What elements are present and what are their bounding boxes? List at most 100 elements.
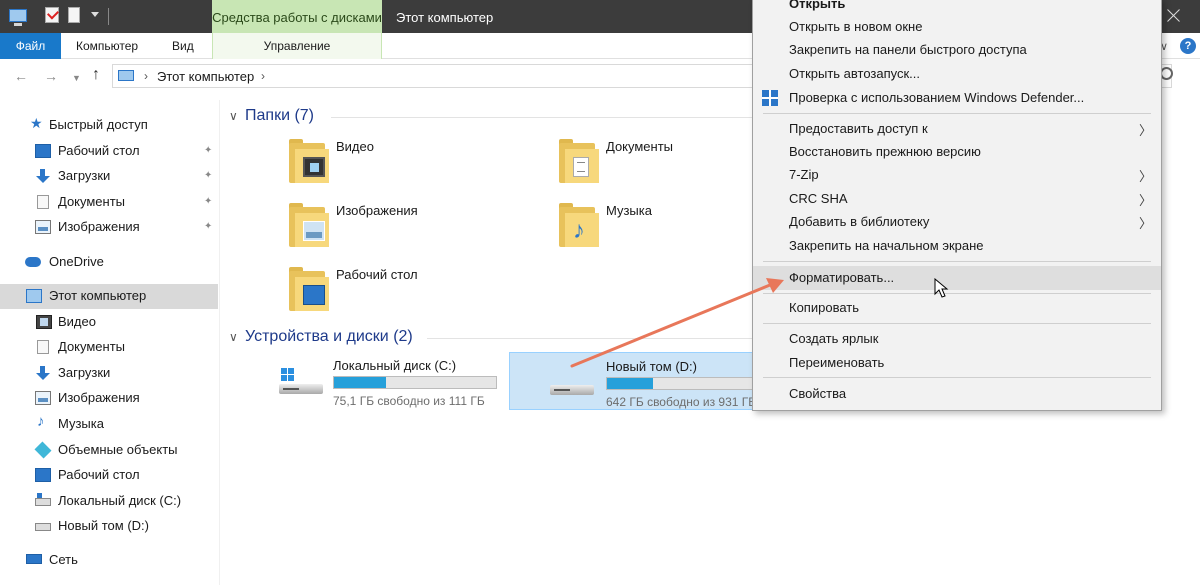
sidebar-item-documents[interactable]: Документы [0, 335, 218, 360]
videos-folder-icon [287, 139, 331, 185]
sidebar-item-drive-c[interactable]: Локальный диск (C:) [0, 489, 218, 514]
sidebar-item-pictures-pinned[interactable]: Изображения ✦ [0, 215, 218, 240]
sidebar-item-label: Изображения [58, 390, 140, 405]
chevron-down-icon[interactable]: ∨ [229, 109, 245, 123]
this-pc-icon [9, 9, 27, 26]
menu-item-label: Закрепить на панели быстрого доступа [789, 42, 1027, 57]
tab-file[interactable]: Файл [0, 33, 61, 59]
sidebar-item-desktop-pinned[interactable]: Рабочий стол ✦ [0, 139, 218, 164]
sidebar-item-label: Загрузки [58, 168, 111, 183]
menu-separator [763, 261, 1151, 262]
menu-item-7zip[interactable]: 7-Zip 〉 [753, 164, 1161, 186]
drives-group-header[interactable]: ∨ Устройства и диски (2) [229, 328, 413, 346]
menu-separator [763, 113, 1151, 114]
folder-label: Видео [336, 139, 374, 154]
folder-videos[interactable]: Видео [287, 137, 527, 193]
drive-usage-bar [333, 376, 497, 389]
drive-c-tile[interactable]: Локальный диск (C:) 75,1 ГБ свободно из … [279, 352, 511, 410]
sidebar-item-pictures[interactable]: Изображения [0, 386, 218, 411]
up-button[interactable]: ↑ [92, 66, 100, 84]
drive-tools-tab-header: Средства работы с дисками [212, 0, 382, 33]
drive-usage-fill [607, 378, 653, 389]
menu-item-label: Восстановить прежнюю версию [789, 144, 981, 159]
windows-defender-icon [762, 90, 778, 106]
menu-item-open-new-window[interactable]: Открыть в новом окне [753, 16, 1161, 38]
close-icon[interactable] [1165, 7, 1183, 25]
drive-usage-bar [606, 377, 756, 390]
menu-item-open-autoplay[interactable]: Открыть автозапуск... [753, 63, 1161, 85]
chevron-right-icon: 〉 [1139, 123, 1153, 138]
star-icon: ★ [30, 115, 43, 131]
sidebar-item-label: Музыка [58, 416, 104, 431]
menu-item-format[interactable]: Форматировать... [753, 266, 1161, 290]
new-folder-icon[interactable] [68, 7, 80, 23]
properties-icon[interactable] [45, 7, 59, 23]
desktop-icon [35, 144, 51, 158]
chevron-down-icon[interactable]: ∨ [229, 330, 245, 344]
menu-item-rename[interactable]: Переименовать [753, 352, 1161, 374]
menu-item-give-access[interactable]: Предоставить доступ к 〉 [753, 118, 1161, 140]
group-divider [427, 338, 757, 339]
help-icon[interactable]: ? [1180, 38, 1196, 54]
recent-locations-button[interactable]: ▼ [72, 73, 81, 83]
documents-icon [37, 195, 49, 209]
folder-label: Изображения [336, 203, 418, 218]
folders-group-header[interactable]: ∨ Папки (7) [229, 107, 314, 125]
folder-label: Рабочий стол [336, 267, 418, 282]
menu-item-label: Копировать [789, 300, 859, 315]
menu-item-crc-sha[interactable]: CRC SHA 〉 [753, 188, 1161, 210]
sidebar-item-drive-d[interactable]: Новый том (D:) [0, 514, 218, 539]
sidebar-item-videos[interactable]: Видео [0, 310, 218, 335]
sidebar-item-downloads[interactable]: Загрузки [0, 361, 218, 386]
sidebar-item-network[interactable]: Сеть [0, 548, 218, 573]
menu-item-add-to-library[interactable]: Добавить в библиотеку 〉 [753, 211, 1161, 233]
tab-computer[interactable]: Компьютер [76, 33, 138, 59]
pin-icon: ✦ [204, 221, 213, 232]
menu-item-properties[interactable]: Свойства [753, 383, 1161, 405]
sidebar-item-onedrive[interactable]: OneDrive [0, 250, 218, 275]
chevron-right-icon: 〉 [1139, 193, 1153, 208]
sidebar-item-label: Быстрый доступ [49, 117, 148, 132]
documents-folder-icon [557, 139, 601, 185]
menu-item-pin-quick-access[interactable]: Закрепить на панели быстрого доступа [753, 39, 1161, 61]
breadcrumb-separator[interactable]: › [144, 69, 148, 83]
sidebar-item-music[interactable]: ♪ Музыка [0, 412, 218, 437]
menu-item-label: 7-Zip [789, 167, 819, 182]
menu-item-restore-previous[interactable]: Восстановить прежнюю версию [753, 141, 1161, 163]
customize-quick-access-icon[interactable] [91, 12, 99, 17]
breadcrumb-this-pc[interactable]: Этот компьютер [157, 69, 254, 84]
documents-icon [37, 340, 49, 354]
mouse-cursor-icon [934, 278, 949, 298]
menu-item-label: Переименовать [789, 355, 885, 370]
this-pc-icon [118, 70, 134, 81]
sidebar-item-desktop[interactable]: Рабочий стол [0, 463, 218, 488]
back-button[interactable]: ← [14, 68, 28, 84]
menu-separator [763, 323, 1151, 324]
folder-desktop[interactable]: Рабочий стол [287, 265, 527, 321]
sidebar-item-documents-pinned[interactable]: Документы ✦ [0, 190, 218, 215]
sidebar-item-downloads-pinned[interactable]: Загрузки ✦ [0, 164, 218, 189]
menu-item-label: CRC SHA [789, 191, 848, 206]
menu-item-label: Предоставить доступ к [789, 121, 928, 136]
menu-item-create-shortcut[interactable]: Создать ярлык [753, 328, 1161, 350]
menu-item-label: Открыть [789, 0, 846, 11]
menu-item-defender-scan[interactable]: Проверка с использованием Windows Defend… [753, 87, 1161, 109]
folder-pictures[interactable]: Изображения [287, 201, 527, 257]
sidebar-item-quick-access[interactable]: ★ Быстрый доступ [0, 113, 218, 138]
sidebar-item-label: Рабочий стол [58, 143, 140, 158]
drive-name: Новый том (D:) [606, 359, 697, 374]
tab-view[interactable]: Вид [172, 33, 194, 59]
breadcrumb-separator[interactable]: › [261, 69, 265, 83]
drive-d-tile[interactable]: Новый том (D:) 642 ГБ свободно из 931 ГБ [509, 352, 756, 410]
menu-item-pin-start[interactable]: Закрепить на начальном экране [753, 235, 1161, 257]
folder-label: Документы [606, 139, 674, 154]
folders-group-title: Папки (7) [245, 107, 314, 124]
sidebar-item-this-pc[interactable]: Этот компьютер [0, 284, 218, 309]
sidebar-item-3d-objects[interactable]: Объемные объекты [0, 438, 218, 463]
forward-button[interactable]: → [44, 68, 58, 84]
tab-manage[interactable]: Управление [212, 33, 382, 59]
menu-item-open[interactable]: Открыть [753, 0, 1161, 15]
sidebar-item-label: OneDrive [49, 254, 104, 269]
drive-c-icon [35, 493, 51, 506]
menu-item-copy[interactable]: Копировать [753, 297, 1161, 319]
